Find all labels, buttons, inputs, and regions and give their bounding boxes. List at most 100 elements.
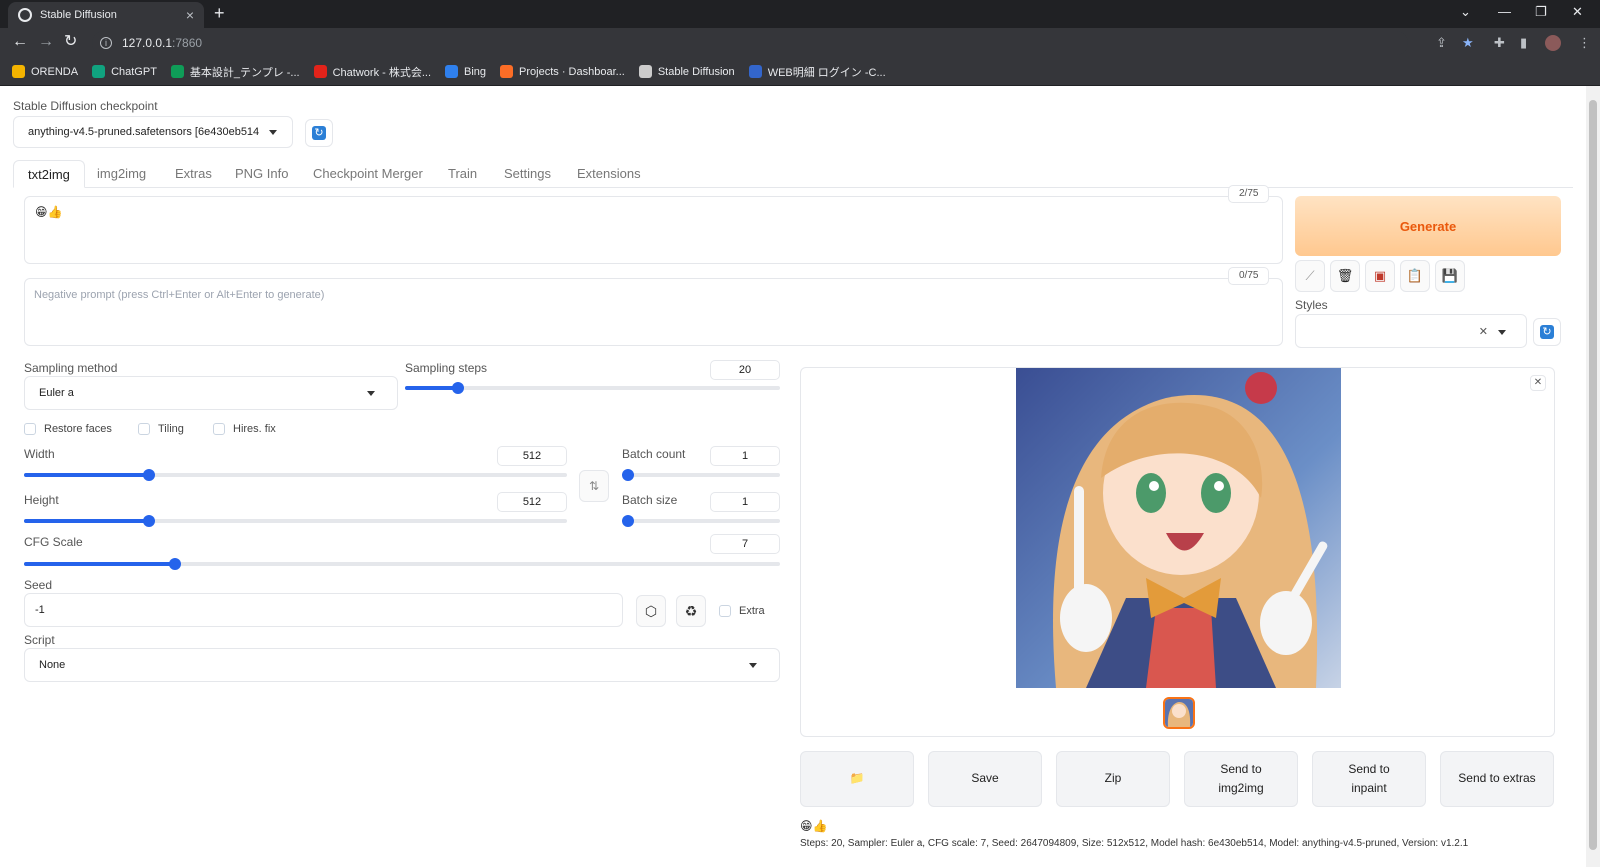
close-window-icon[interactable]: ✕ — [1572, 4, 1583, 20]
tab-train[interactable]: Train — [434, 160, 491, 188]
clear-styles-icon[interactable]: ✕ — [1479, 325, 1488, 338]
tiling-checkbox[interactable]: Tiling — [138, 423, 184, 435]
sampling-steps-input[interactable]: 20 — [710, 360, 780, 380]
tab-settings[interactable]: Settings — [490, 160, 565, 188]
slider-handle[interactable] — [142, 469, 155, 481]
minimize-icon[interactable]: — — [1498, 4, 1511, 19]
reload-icon[interactable]: ↻ — [64, 34, 77, 50]
bookmark-star-icon[interactable]: ★ — [1462, 35, 1474, 51]
slider-handle[interactable] — [169, 558, 182, 570]
prompt-text: 😁👍 — [35, 205, 63, 219]
generate-button[interactable]: Generate — [1295, 196, 1561, 256]
back-icon[interactable]: ← — [12, 34, 28, 50]
send-to-extras-button[interactable]: Send to extras — [1440, 751, 1554, 807]
bookmark-item[interactable]: ORENDA — [12, 65, 78, 78]
height-input[interactable]: 512 — [497, 492, 567, 512]
width-slider[interactable] — [24, 469, 567, 481]
cfg-scale-label: CFG Scale — [24, 535, 83, 549]
batch-count-input[interactable]: 1 — [710, 446, 780, 466]
batch-count-slider[interactable] — [622, 469, 780, 481]
main-tabs: txt2img img2img Extras PNG Info Checkpoi… — [13, 160, 1573, 188]
bookmark-item[interactable]: Stable Diffusion — [638, 65, 735, 78]
bookmarks-bar: ORENDA ChatGPT 基本設計_テンプレ -... Chatwork - 株式… — [0, 58, 1600, 86]
checkpoint-select[interactable]: anything-v4.5-pruned.safetensors [6e430e… — [13, 116, 293, 148]
script-select[interactable]: None — [24, 648, 780, 682]
hires-fix-checkbox[interactable]: Hires. fix — [213, 423, 276, 435]
batch-size-slider[interactable] — [622, 515, 780, 527]
random-seed-button[interactable]: ⬡ — [636, 595, 666, 627]
bookmark-item[interactable]: WEB明細 ログイン -C... — [748, 64, 886, 80]
slider-handle[interactable] — [451, 382, 464, 394]
generated-image[interactable] — [1016, 368, 1341, 688]
restore-faces-checkbox[interactable]: Restore faces — [24, 423, 112, 435]
site-info-icon[interactable]: i — [100, 37, 112, 49]
bookmark-item[interactable]: Bing — [445, 65, 486, 78]
send-to-inpaint-button[interactable]: Send to inpaint — [1312, 751, 1426, 807]
read-params-button[interactable]: ⟋ — [1295, 260, 1325, 292]
tab-search-icon[interactable]: ⌄ — [1460, 4, 1471, 20]
bookmark-item[interactable]: 基本設計_テンプレ -... — [170, 64, 300, 80]
checkbox-box[interactable] — [24, 423, 36, 435]
tab-txt2img[interactable]: txt2img — [13, 160, 85, 188]
anime-girl-illustration — [1016, 368, 1341, 688]
checkbox-box[interactable] — [213, 423, 225, 435]
save-button[interactable]: Save — [928, 751, 1042, 807]
page-scrollbar[interactable] — [1586, 86, 1600, 867]
bookmark-item[interactable]: ChatGPT — [92, 65, 157, 78]
bookmark-item[interactable]: Chatwork - 株式会... — [313, 64, 431, 80]
tab-img2img[interactable]: img2img — [83, 160, 160, 188]
height-slider[interactable] — [24, 515, 567, 527]
zip-button[interactable]: Zip — [1056, 751, 1170, 807]
open-folder-button[interactable]: 📁 — [800, 751, 914, 807]
profile-avatar[interactable] — [1545, 35, 1561, 51]
sampling-steps-slider[interactable] — [405, 382, 780, 394]
close-gallery-icon[interactable]: ✕ — [1530, 375, 1546, 391]
styles-select[interactable]: ✕ — [1295, 314, 1527, 348]
scrollbar-thumb[interactable] — [1589, 100, 1597, 850]
width-input[interactable]: 512 — [497, 446, 567, 466]
forward-icon[interactable]: → — [38, 34, 54, 50]
side-panel-icon[interactable]: ▮ — [1520, 35, 1527, 51]
browser-menu-icon[interactable]: ⋮ — [1578, 35, 1591, 51]
clear-prompt-button[interactable]: 🗑 — [1330, 260, 1360, 292]
restore-icon[interactable]: ❐ — [1535, 4, 1547, 20]
reuse-seed-button[interactable]: ♻ — [676, 595, 706, 627]
refresh-styles-button[interactable]: ↻ — [1533, 318, 1561, 346]
url-field[interactable]: i 127.0.0.1:7860 — [92, 31, 1408, 55]
gallery-thumbnail[interactable] — [1163, 697, 1195, 729]
seed-input[interactable]: -1 — [24, 593, 623, 627]
batch-size-input[interactable]: 1 — [710, 492, 780, 512]
address-bar: ← → ↻ i 127.0.0.1:7860 ⇪ ★ ✚ ▮ ⋮ — [0, 28, 1600, 58]
prompt-textarea[interactable]: 😁👍 — [24, 196, 1283, 264]
send-to-img2img-button[interactable]: Send to img2img — [1184, 751, 1298, 807]
extra-seed-checkbox[interactable]: Extra — [719, 605, 765, 617]
cfg-scale-input[interactable]: 7 — [710, 534, 780, 554]
extensions-puzzle-icon[interactable]: ✚ — [1494, 35, 1505, 51]
bookmark-item[interactable]: Projects · Dashboar... — [500, 65, 625, 78]
save-style-button[interactable]: 💾 — [1435, 260, 1465, 292]
new-tab-icon[interactable]: + — [214, 4, 225, 22]
browser-tab[interactable]: Stable Diffusion × — [8, 2, 204, 28]
tab-close-icon[interactable]: × — [186, 7, 194, 23]
slider-handle[interactable] — [622, 515, 634, 527]
bookmark-label: ChatGPT — [111, 65, 157, 78]
tab-extensions[interactable]: Extensions — [563, 160, 655, 188]
tab-checkpoint-merger[interactable]: Checkpoint Merger — [299, 160, 437, 188]
slider-handle[interactable] — [142, 515, 155, 527]
apply-styles-button[interactable]: 📋 — [1400, 260, 1430, 292]
tab-extras[interactable]: Extras — [161, 160, 226, 188]
slider-handle[interactable] — [622, 469, 634, 481]
checkbox-box[interactable] — [138, 423, 150, 435]
extra-networks-button[interactable]: ▣ — [1365, 260, 1395, 292]
checkbox-box[interactable] — [719, 605, 731, 617]
chevron-down-icon — [749, 663, 757, 668]
refresh-checkpoint-button[interactable]: ↻ — [305, 119, 333, 147]
swap-dimensions-button[interactable]: ⇅ — [579, 470, 609, 502]
sampling-method-select[interactable]: Euler a — [24, 376, 398, 410]
output-gallery: ✕ — [800, 367, 1555, 737]
cfg-scale-slider[interactable] — [24, 558, 780, 570]
negative-prompt-textarea[interactable]: Negative prompt (press Ctrl+Enter or Alt… — [24, 278, 1283, 346]
tab-png-info[interactable]: PNG Info — [221, 160, 302, 188]
negative-prompt-placeholder: Negative prompt (press Ctrl+Enter or Alt… — [34, 289, 325, 301]
share-icon[interactable]: ⇪ — [1436, 35, 1447, 51]
